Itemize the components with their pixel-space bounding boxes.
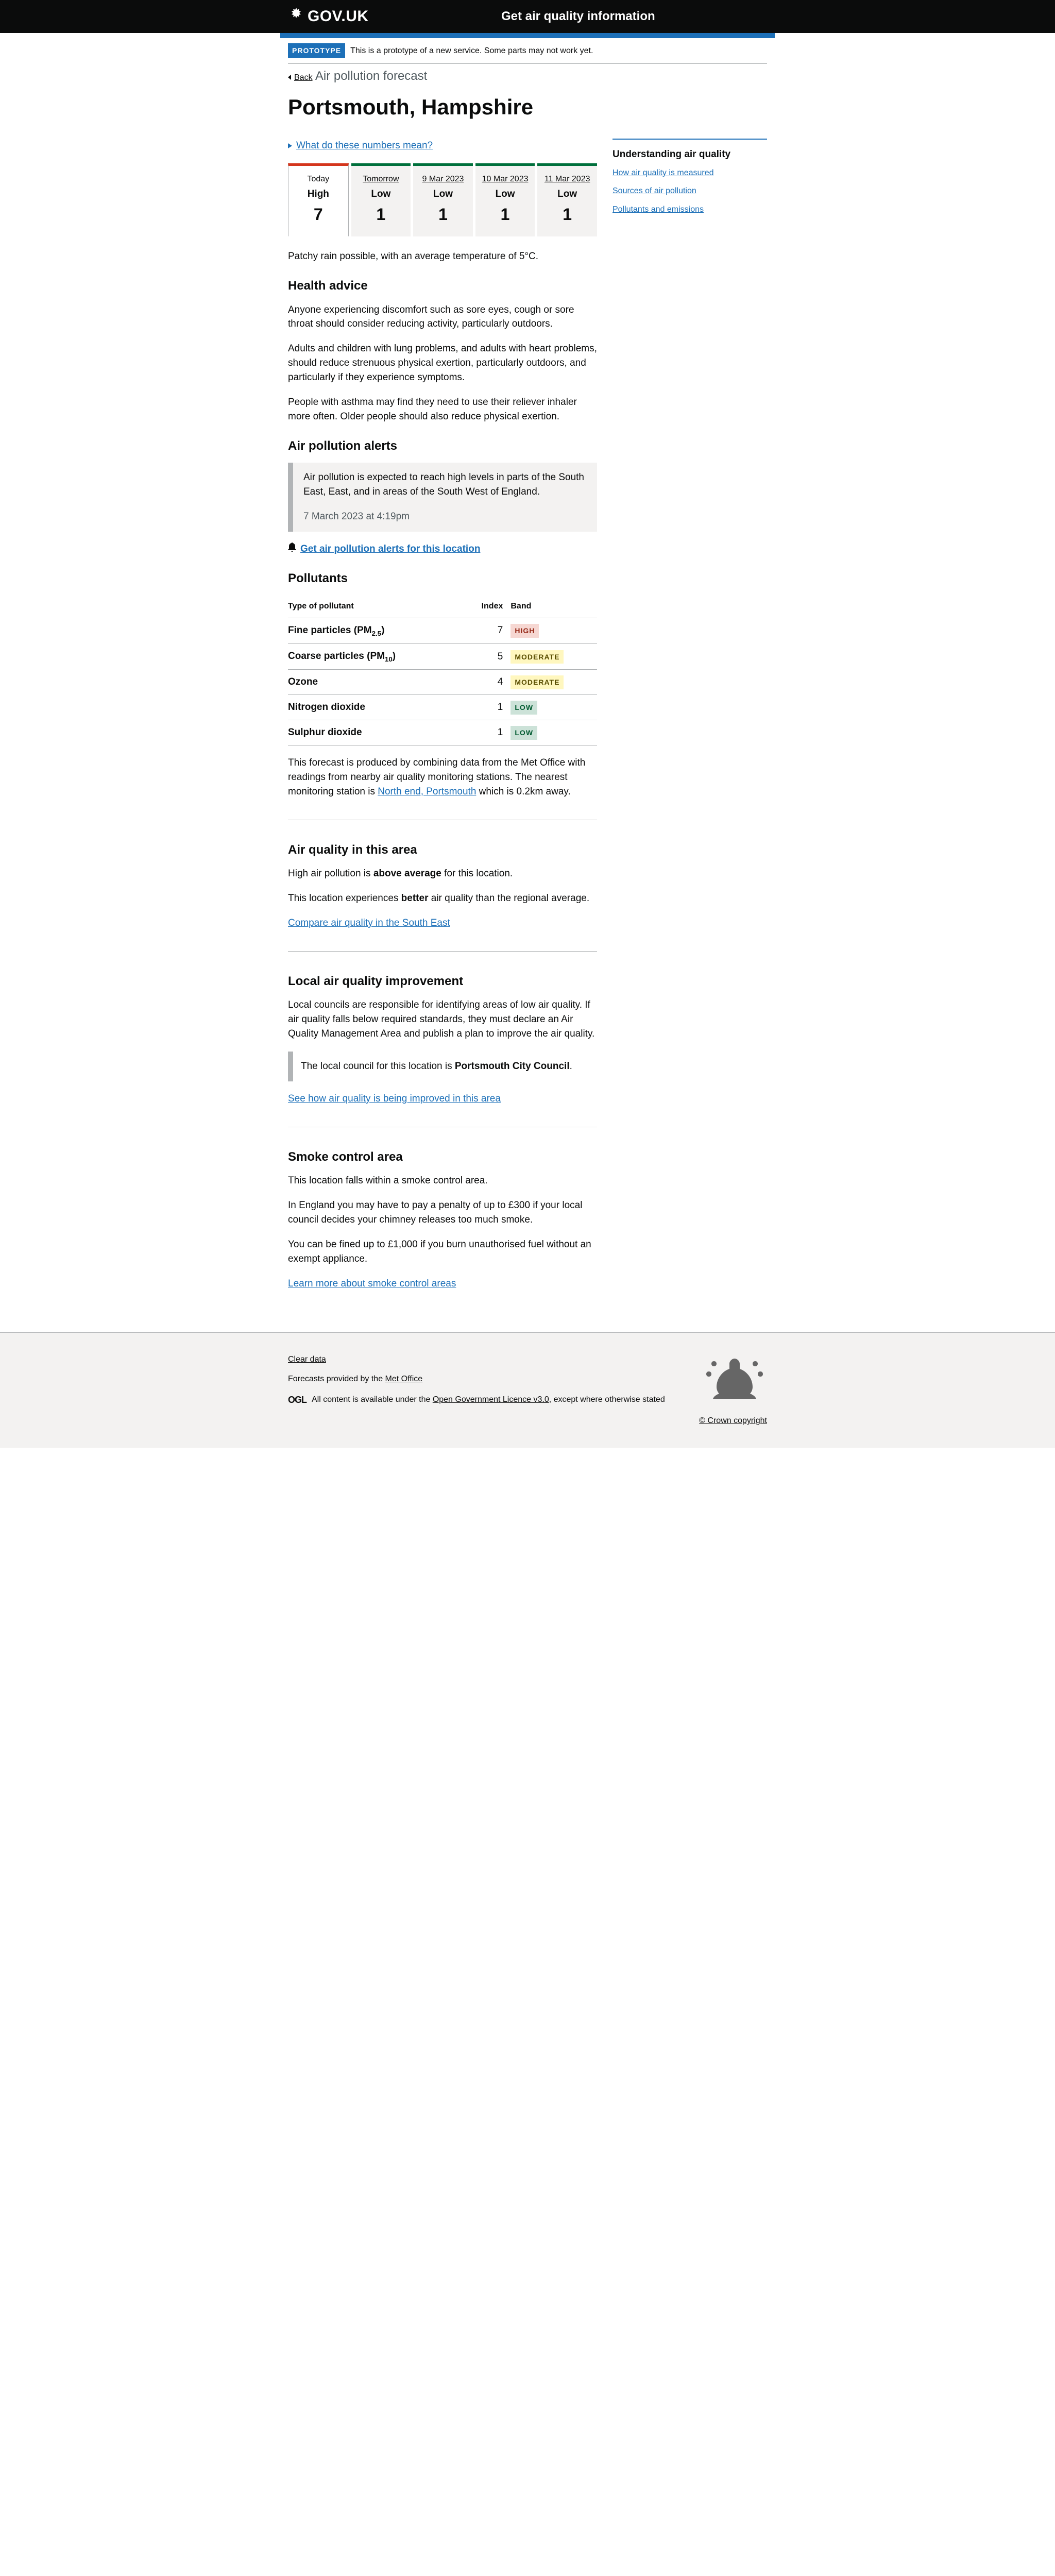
pollutants-heading: Pollutants <box>288 569 597 587</box>
sidebar-link-measured[interactable]: How air quality is measured <box>612 168 714 177</box>
col-band: Band <box>511 595 597 618</box>
site-footer: Clear data Forecasts provided by the Met… <box>0 1332 1055 1448</box>
improvement-link[interactable]: See how air quality is being improved in… <box>288 1093 501 1104</box>
pollutant-index: 7 <box>463 618 511 643</box>
page-caption: Air pollution forecast <box>315 69 427 83</box>
smoke-p3: You can be fined up to £1,000 if you bur… <box>288 1238 597 1266</box>
area-p1: High air pollution is above average for … <box>288 867 597 881</box>
tab-day4[interactable]: 10 Mar 2023 Low 1 <box>475 163 535 236</box>
crown-icon <box>288 5 304 28</box>
compare-link[interactable]: Compare air quality in the South East <box>288 918 450 928</box>
alerts-heading: Air pollution alerts <box>288 437 597 455</box>
col-index: Index <box>463 595 511 618</box>
smoke-link[interactable]: Learn more about smoke control areas <box>288 1278 456 1289</box>
met-office-link[interactable]: Met Office <box>385 1375 423 1383</box>
pollutant-band: MODERATE <box>511 644 597 670</box>
smoke-p2: In England you may have to pay a penalty… <box>288 1198 597 1227</box>
pollutants-table: Type of pollutant Index Band Fine partic… <box>288 595 597 745</box>
weather-text: Patchy rain possible, with an average te… <box>288 249 597 264</box>
pollutant-band: LOW <box>511 720 597 745</box>
royal-crest-icon <box>699 1353 767 1410</box>
health-heading: Health advice <box>288 277 597 295</box>
pollutant-band: LOW <box>511 695 597 720</box>
details-summary[interactable]: What do these numbers mean? <box>288 139 597 153</box>
smoke-p1: This location falls within a smoke contr… <box>288 1174 597 1188</box>
tab-tomorrow[interactable]: Tomorrow Low 1 <box>351 163 411 236</box>
table-row: Fine particles (PM2.5)7HIGH <box>288 618 597 643</box>
licence-text: All content is available under the Open … <box>312 1394 665 1406</box>
copyright-link[interactable]: © Crown copyright <box>699 1416 767 1425</box>
table-row: Sulphur dioxide1LOW <box>288 720 597 745</box>
back-link[interactable]: Back <box>288 72 313 84</box>
pollutant-name: Sulphur dioxide <box>288 720 463 745</box>
table-row: Coarse particles (PM10)5MODERATE <box>288 644 597 670</box>
pollutant-band: MODERATE <box>511 670 597 695</box>
station-link[interactable]: North end, Portsmouth <box>378 786 476 797</box>
site-header: GOV.UK Get air quality information <box>0 0 1055 33</box>
header-border <box>280 33 775 38</box>
health-p3: People with asthma may find they need to… <box>288 395 597 424</box>
sidebar-link-emissions[interactable]: Pollutants and emissions <box>612 205 704 214</box>
clear-data-link[interactable]: Clear data <box>288 1355 326 1364</box>
tab-day3[interactable]: 9 Mar 2023 Low 1 <box>413 163 473 236</box>
smoke-heading: Smoke control area <box>288 1148 597 1166</box>
govuk-logotype: GOV.UK <box>308 5 369 28</box>
service-name: Get air quality information <box>389 7 767 25</box>
local-p1: Local councils are responsible for ident… <box>288 998 597 1041</box>
health-p1: Anyone experiencing discomfort such as s… <box>288 303 597 332</box>
govuk-logo[interactable]: GOV.UK <box>288 5 369 28</box>
pollutant-name: Fine particles (PM2.5) <box>288 618 463 643</box>
ogl-icon: OGL <box>288 1393 307 1406</box>
area-p2: This location experiences better air qua… <box>288 891 597 906</box>
pollutant-band: HIGH <box>511 618 597 643</box>
phase-text: This is a prototype of a new service. So… <box>350 45 593 57</box>
table-row: Ozone4MODERATE <box>288 670 597 695</box>
pollutant-index: 4 <box>463 670 511 695</box>
tab-day5[interactable]: 11 Mar 2023 Low 1 <box>537 163 597 236</box>
bell-icon <box>288 542 296 556</box>
tab-today[interactable]: Today High 7 <box>288 163 349 236</box>
sidebar-heading: Understanding air quality <box>612 147 767 162</box>
pollutant-index: 1 <box>463 720 511 745</box>
get-alerts-link[interactable]: Get air pollution alerts for this locati… <box>288 542 597 556</box>
pollutants-footer: This forecast is produced by combining d… <box>288 756 597 799</box>
pollutant-index: 1 <box>463 695 511 720</box>
forecast-tabs: Today High 7 Tomorrow Low 1 9 Mar 2023 L… <box>288 163 597 236</box>
licence-link[interactable]: Open Government Licence v3.0 <box>433 1395 549 1404</box>
council-inset: The local council for this location is P… <box>288 1052 597 1081</box>
local-heading: Local air quality improvement <box>288 972 597 990</box>
phase-banner: PROTOTYPE This is a prototype of a new s… <box>288 38 767 64</box>
alert-text: Air pollution is expected to reach high … <box>303 470 589 499</box>
table-row: Nitrogen dioxide1LOW <box>288 695 597 720</box>
phase-tag: PROTOTYPE <box>288 43 345 58</box>
alert-time: 7 March 2023 at 4:19pm <box>303 510 589 524</box>
col-pollutant: Type of pollutant <box>288 595 463 618</box>
page-title: Portsmouth, Hampshire <box>288 91 767 123</box>
pollutant-name: Ozone <box>288 670 463 695</box>
sidebar-link-sources[interactable]: Sources of air pollution <box>612 187 696 195</box>
pollutant-name: Coarse particles (PM10) <box>288 644 463 670</box>
health-p2: Adults and children with lung problems, … <box>288 342 597 385</box>
alert-inset: Air pollution is expected to reach high … <box>288 463 597 532</box>
pollutant-name: Nitrogen dioxide <box>288 695 463 720</box>
area-heading: Air quality in this area <box>288 841 597 859</box>
sidebar: Understanding air quality How air qualit… <box>612 139 767 1301</box>
forecast-credit: Forecasts provided by the Met Office <box>288 1373 665 1385</box>
section-break <box>288 951 597 952</box>
pollutant-index: 5 <box>463 644 511 670</box>
